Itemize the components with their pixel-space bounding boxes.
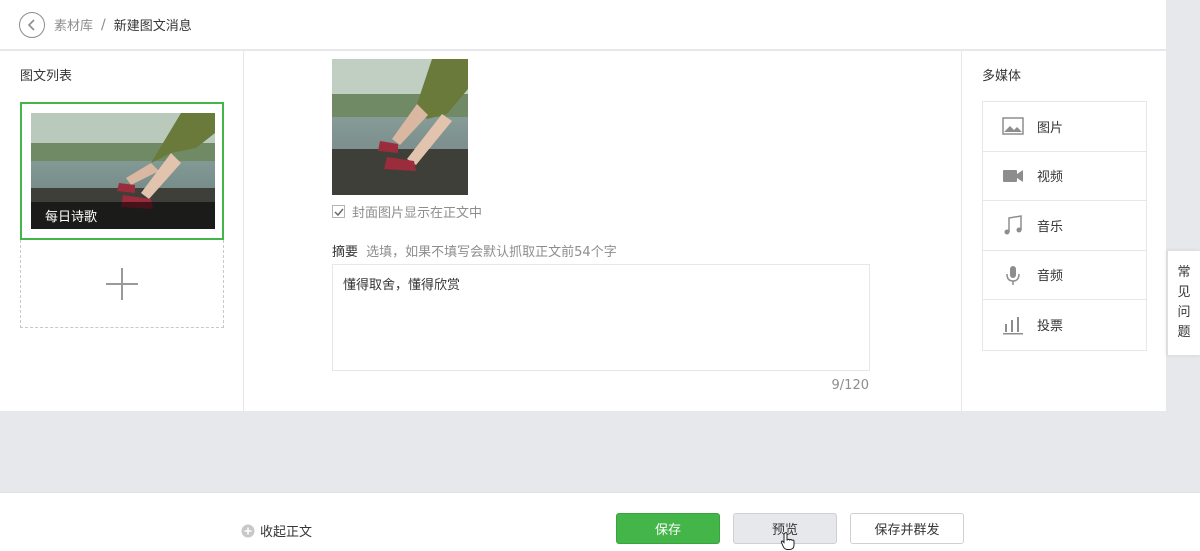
editor-panel: 图文列表 每日诗歌 封面图片显示在正文中 摘要 选填，如果不填写会默认抓取正文前…: [0, 51, 1166, 411]
video-icon: [1003, 169, 1023, 182]
action-bar: 收起正文 保存 预览 保存并群发: [0, 492, 1200, 551]
plus-icon: [106, 267, 138, 300]
media-list: 图片 视频 音乐 音频 投票: [982, 101, 1147, 351]
breadcrumb-separator: /: [101, 16, 106, 33]
cover-image[interactable]: [332, 59, 468, 195]
check-icon: [333, 208, 344, 216]
cover-display-checkbox[interactable]: [332, 205, 345, 218]
back-icon[interactable]: [19, 11, 45, 38]
media-item-video[interactable]: 视频: [983, 152, 1146, 201]
media-item-audio[interactable]: 音频: [983, 251, 1146, 300]
media-item-label: 音乐: [1037, 219, 1064, 235]
article-list-title: 图文列表: [20, 69, 73, 84]
add-article-button[interactable]: [20, 240, 224, 328]
faq-char: 见: [1177, 285, 1191, 300]
article-card[interactable]: 每日诗歌: [20, 102, 224, 240]
faq-char: 题: [1177, 325, 1191, 340]
collapse-icon: [241, 524, 255, 537]
media-title: 多媒体: [982, 69, 1022, 84]
poll-icon: [1003, 316, 1023, 335]
media-column: 多媒体 图片 视频 音乐 音频 投票: [961, 51, 1166, 411]
image-icon: [1002, 117, 1024, 135]
article-caption: 每日诗歌: [31, 202, 215, 229]
article-list-column: 图文列表 每日诗歌: [0, 51, 244, 411]
collapse-content-link[interactable]: 收起正文: [241, 521, 312, 540]
media-item-image[interactable]: 图片: [983, 102, 1146, 152]
breadcrumb-current: 新建图文消息: [113, 19, 192, 34]
media-item-label: 音频: [1037, 269, 1064, 285]
breadcrumb-bar: 素材库 / 新建图文消息: [0, 0, 1166, 50]
music-icon: [1004, 215, 1022, 235]
media-item-label: 投票: [1037, 319, 1064, 335]
cover-display-label: 封面图片显示在正文中: [352, 206, 483, 221]
save-button[interactable]: 保存: [616, 513, 720, 544]
abstract-hint: 选填，如果不填写会默认抓取正文前54个字: [366, 245, 617, 260]
abstract-input[interactable]: 懂得取舍，懂得欣赏: [332, 264, 870, 371]
content-column: 封面图片显示在正文中 摘要 选填，如果不填写会默认抓取正文前54个字 懂得取舍，…: [245, 51, 961, 411]
cover-display-option: 封面图片显示在正文中: [332, 202, 482, 221]
hand-cursor-icon: [780, 532, 795, 550]
breadcrumb-parent-link[interactable]: 素材库: [54, 15, 93, 34]
media-item-poll[interactable]: 投票: [983, 300, 1146, 350]
collapse-content-label: 收起正文: [260, 525, 313, 540]
abstract-label: 摘要: [332, 245, 359, 260]
save-and-publish-button[interactable]: 保存并群发: [850, 513, 964, 544]
faq-tab[interactable]: 常 见 问 题: [1167, 250, 1200, 356]
media-item-label: 图片: [1037, 120, 1064, 136]
media-item-label: 视频: [1037, 170, 1064, 186]
microphone-icon: [1006, 265, 1020, 285]
faq-char: 问: [1177, 305, 1191, 320]
faq-char: 常: [1177, 265, 1191, 280]
article-thumbnail: 每日诗歌: [31, 113, 215, 229]
abstract-char-counter: 9/120: [831, 378, 869, 393]
media-item-music[interactable]: 音乐: [983, 201, 1146, 251]
abstract-label-row: 摘要 选填，如果不填写会默认抓取正文前54个字: [332, 241, 617, 260]
